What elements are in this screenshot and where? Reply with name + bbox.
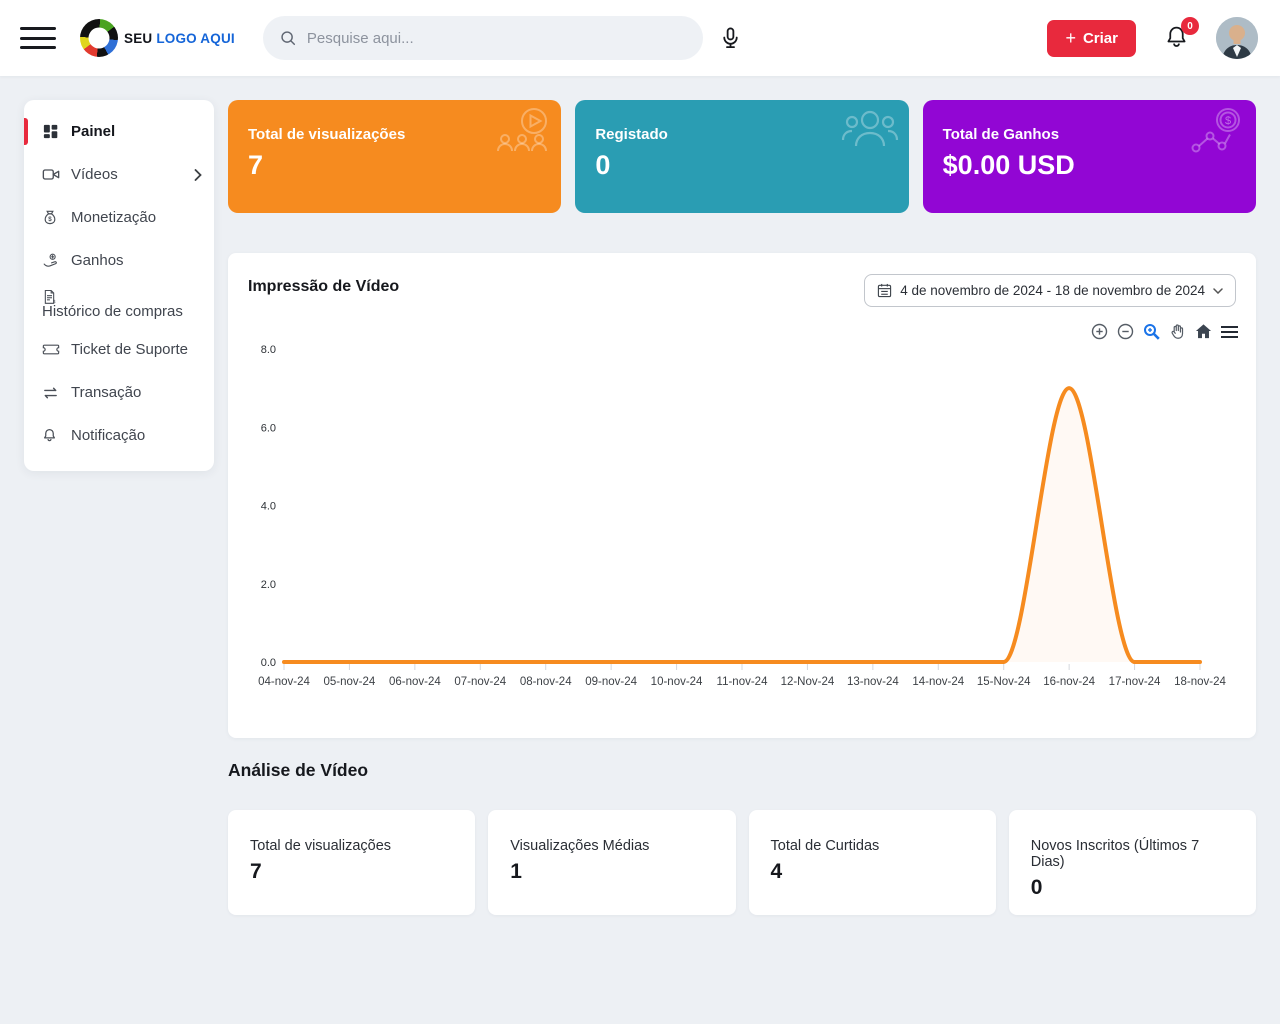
svg-text:15-Nov-24: 15-Nov-24 xyxy=(977,676,1031,688)
date-range-label: 4 de novembro de 2024 - 18 de novembro d… xyxy=(900,283,1205,298)
app-logo[interactable]: SEU LOGO AQUI xyxy=(80,19,235,57)
analysis-card-total-curtidas: Total de Curtidas 4 xyxy=(749,810,996,915)
svg-text:08-nov-24: 08-nov-24 xyxy=(520,676,572,688)
stat-card-total-visualizacoes: Total de visualizações 7 xyxy=(228,100,561,213)
svg-text:17-nov-24: 17-nov-24 xyxy=(1109,676,1161,688)
sidebar-item-transacao[interactable]: Transação xyxy=(24,371,214,414)
topbar: SEU LOGO AQUI + Criar 0 xyxy=(0,0,1280,76)
search-icon xyxy=(279,29,297,47)
sidebar-item-label: Histórico de compras xyxy=(42,303,202,320)
svg-text:2.0: 2.0 xyxy=(261,579,276,591)
transfer-arrows-icon xyxy=(42,386,60,400)
users-group-icon xyxy=(839,106,901,169)
analysis-card-value: 0 xyxy=(1031,876,1234,900)
svg-text:13-nov-24: 13-nov-24 xyxy=(847,676,899,688)
svg-text:11-nov-24: 11-nov-24 xyxy=(717,676,769,688)
sidebar-item-painel[interactable]: Painel xyxy=(24,110,214,153)
sidebar-item-label: Vídeos xyxy=(71,166,118,183)
chart-toolbar xyxy=(1091,323,1238,340)
svg-text:09-nov-24: 09-nov-24 xyxy=(585,676,637,688)
chevron-right-icon xyxy=(194,169,202,181)
stat-cards-row: Total de visualizações 7 Registado 0 Tot… xyxy=(228,100,1256,213)
user-avatar[interactable] xyxy=(1216,17,1258,59)
logo-text: SEU LOGO AQUI xyxy=(124,31,235,46)
svg-text:8.0: 8.0 xyxy=(261,344,276,356)
notifications-badge: 0 xyxy=(1181,17,1199,35)
svg-text:0.0: 0.0 xyxy=(261,657,276,669)
svg-text:$: $ xyxy=(1225,115,1231,127)
sidebar-item-label: Painel xyxy=(71,123,115,140)
analysis-card-value: 1 xyxy=(510,860,713,884)
chart-zoom-out-button[interactable] xyxy=(1117,323,1134,340)
analysis-card-visualizacoes-medias: Visualizações Médias 1 xyxy=(488,810,735,915)
voice-search-mic-icon[interactable] xyxy=(719,26,742,51)
svg-text:18-nov-24: 18-nov-24 xyxy=(1174,676,1226,688)
sidebar-item-label: Ganhos xyxy=(71,252,124,269)
sidebar-item-historico-de-compras[interactable]: $ Histórico de compras xyxy=(24,282,214,328)
svg-text:10-nov-24: 10-nov-24 xyxy=(651,676,703,688)
search-input[interactable] xyxy=(307,30,667,47)
sidebar-item-videos[interactable]: Vídeos xyxy=(24,153,214,196)
video-impressions-panel: Impressão de Vídeo 4 de novembro de 2024… xyxy=(228,253,1256,738)
analysis-section-title: Análise de Vídeo xyxy=(228,760,368,781)
chart-menu-button[interactable] xyxy=(1221,325,1238,339)
svg-text:07-nov-24: 07-nov-24 xyxy=(454,676,506,688)
chart-home-button[interactable] xyxy=(1195,323,1212,340)
svg-text:14-nov-24: 14-nov-24 xyxy=(912,676,964,688)
ticket-icon xyxy=(42,343,60,356)
dashboard-icon xyxy=(42,123,60,140)
date-range-selector[interactable]: 4 de novembro de 2024 - 18 de novembro d… xyxy=(864,274,1236,307)
svg-text:6.0: 6.0 xyxy=(261,422,276,434)
logo-text-blue: LOGO AQUI xyxy=(156,31,235,46)
sidebar: Painel Vídeos $ Monetização Ganhos $ His… xyxy=(24,100,214,471)
sidebar-item-ticket-de-suporte[interactable]: Ticket de Suporte xyxy=(24,328,214,371)
notification-bell-icon xyxy=(42,427,60,444)
svg-text:04-nov-24: 04-nov-24 xyxy=(258,676,310,688)
sidebar-item-notificacao[interactable]: Notificação xyxy=(24,414,214,457)
analysis-card-total-visualizacoes: Total de visualizações 7 xyxy=(228,810,475,915)
notifications-button[interactable]: 0 xyxy=(1164,24,1190,52)
sidebar-item-ganhos[interactable]: Ganhos xyxy=(24,239,214,282)
analysis-card-label: Total de Curtidas xyxy=(771,838,974,854)
plus-icon: + xyxy=(1065,29,1076,47)
svg-text:4.0: 4.0 xyxy=(261,501,276,513)
svg-text:05-nov-24: 05-nov-24 xyxy=(324,676,376,688)
chart-zoom-in-button[interactable] xyxy=(1091,323,1108,340)
chart-zoom-select-button[interactable] xyxy=(1143,323,1160,340)
sidebar-item-label: Notificação xyxy=(71,427,145,444)
analysis-card-value: 4 xyxy=(771,860,974,884)
video-audience-icon xyxy=(491,106,553,169)
logo-text-dark: SEU xyxy=(124,31,152,46)
stat-card-total-ganhos: Total de Ganhos $0.00 USD $ xyxy=(923,100,1256,213)
avatar-photo xyxy=(1216,17,1258,59)
video-icon xyxy=(42,167,60,182)
create-button[interactable]: + Criar xyxy=(1047,20,1136,57)
stat-card-registado: Registado 0 xyxy=(575,100,908,213)
analysis-card-novos-inscritos: Novos Inscritos (Últimos 7 Dias) 0 xyxy=(1009,810,1256,915)
hand-coin-icon xyxy=(42,252,60,269)
chart-title: Impressão de Vídeo xyxy=(248,278,399,296)
dollar-network-icon: $ xyxy=(1186,106,1248,169)
menu-toggle-icon[interactable] xyxy=(20,27,56,49)
svg-text:16-nov-24: 16-nov-24 xyxy=(1043,676,1095,688)
svg-text:$: $ xyxy=(48,216,52,223)
sidebar-item-label: Ticket de Suporte xyxy=(71,341,188,358)
create-button-label: Criar xyxy=(1083,30,1118,47)
calendar-icon xyxy=(877,283,892,298)
svg-text:06-nov-24: 06-nov-24 xyxy=(389,676,441,688)
analysis-card-label: Novos Inscritos (Últimos 7 Dias) xyxy=(1031,838,1234,870)
money-bag-icon: $ xyxy=(42,209,60,226)
caret-down-icon xyxy=(1213,288,1223,294)
svg-text:12-Nov-24: 12-Nov-24 xyxy=(781,676,835,688)
analysis-card-label: Visualizações Médias xyxy=(510,838,713,854)
chart-pan-button[interactable] xyxy=(1169,323,1186,340)
analysis-cards-row: Total de visualizações 7 Visualizações M… xyxy=(228,810,1256,915)
analysis-card-value: 7 xyxy=(250,860,453,884)
logo-ring-icon xyxy=(80,19,118,57)
search-box xyxy=(263,16,703,60)
sidebar-item-monetizacao[interactable]: $ Monetização xyxy=(24,196,214,239)
sidebar-item-label: Transação xyxy=(71,384,141,401)
sidebar-item-label: Monetização xyxy=(71,209,156,226)
analysis-card-label: Total de visualizações xyxy=(250,838,453,854)
